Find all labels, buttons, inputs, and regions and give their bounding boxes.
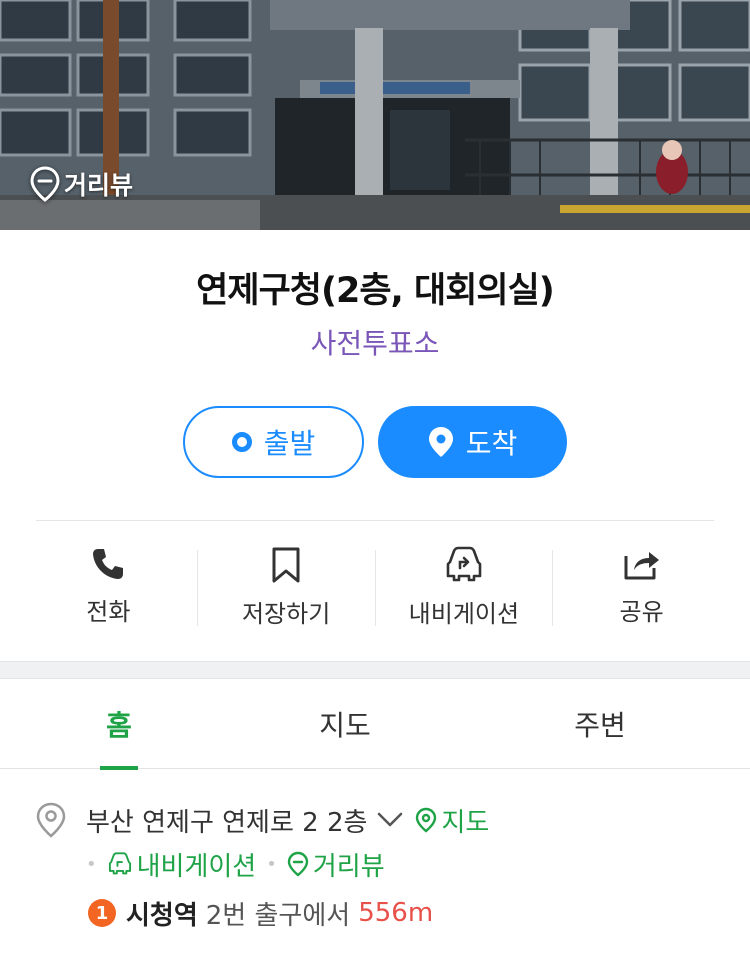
section-separator (0, 661, 750, 679)
navigation-link-label: 내비게이션 (136, 851, 257, 882)
subway-line-badge: 1 (88, 899, 116, 927)
navigation-label: 내비게이션 (408, 600, 520, 628)
bullet: • (86, 853, 97, 875)
place-category[interactable]: 사전투표소 (0, 322, 750, 362)
transit-row: 1 시청역 2번 출구에서 556m (88, 894, 433, 932)
address-row: 부산 연제구 연제로 2 2층 지도 (36, 800, 489, 840)
address-links-row: • 내비게이션 • 거리뷰 (86, 846, 385, 882)
arrive-button-label: 도착 (465, 427, 518, 460)
streetview-link-label: 거리뷰 (312, 851, 385, 882)
bullet: • (266, 853, 277, 875)
tab-bar: 홈 지도 주변 (0, 679, 750, 770)
address-text[interactable]: 부산 연제구 연제로 2 2층 (86, 802, 367, 839)
navigation-button[interactable]: 내비게이션 (376, 546, 553, 630)
call-button[interactable]: 전화 (20, 546, 197, 630)
start-button[interactable]: 출발 (183, 406, 364, 478)
divider (36, 520, 714, 521)
car-navigation-icon (446, 546, 482, 582)
location-pin-icon (428, 427, 453, 457)
navigation-link[interactable]: 내비게이션 (107, 846, 257, 883)
streetview-badge-label: 거리뷰 (64, 171, 134, 200)
tab-nearby[interactable]: 주변 (555, 679, 645, 769)
save-button[interactable]: 저장하기 (198, 546, 375, 630)
share-button[interactable]: 공유 (553, 546, 730, 630)
arrive-button[interactable]: 도착 (378, 406, 567, 478)
save-label: 저장하기 (241, 600, 331, 628)
tab-home[interactable]: 홈 (100, 679, 138, 770)
location-pin-icon (36, 802, 66, 838)
streetview-link[interactable]: 거리뷰 (287, 846, 385, 883)
streetview-pin-icon (287, 851, 309, 877)
call-label: 전화 (86, 598, 131, 626)
streetview-pin-icon (30, 166, 60, 202)
car-navigation-icon (108, 852, 131, 875)
station-exit: 2번 출구에서 (205, 900, 351, 931)
place-title: 연제구청(2층, 대회의실) (196, 271, 555, 311)
station-name: 시청역 (126, 900, 198, 931)
chevron-down-icon[interactable] (377, 811, 403, 829)
action-row: 전화 저장하기 내비게이션 공유 (20, 546, 730, 630)
share-icon (624, 552, 659, 580)
streetview-photo[interactable]: 거리뷰 (0, 0, 750, 230)
address-map-link[interactable]: 지도 (415, 802, 489, 839)
tab-map[interactable]: 지도 (300, 679, 390, 769)
phone-icon (93, 549, 124, 579)
share-label: 공유 (619, 598, 664, 626)
bookmark-icon (272, 547, 300, 583)
start-dot-icon (231, 432, 252, 452)
map-pin-icon (416, 807, 437, 833)
address-map-label: 지도 (441, 807, 490, 838)
station-distance: 556m (358, 898, 434, 928)
start-button-label: 출발 (263, 427, 316, 460)
streetview-badge[interactable]: 거리뷰 (30, 166, 133, 202)
